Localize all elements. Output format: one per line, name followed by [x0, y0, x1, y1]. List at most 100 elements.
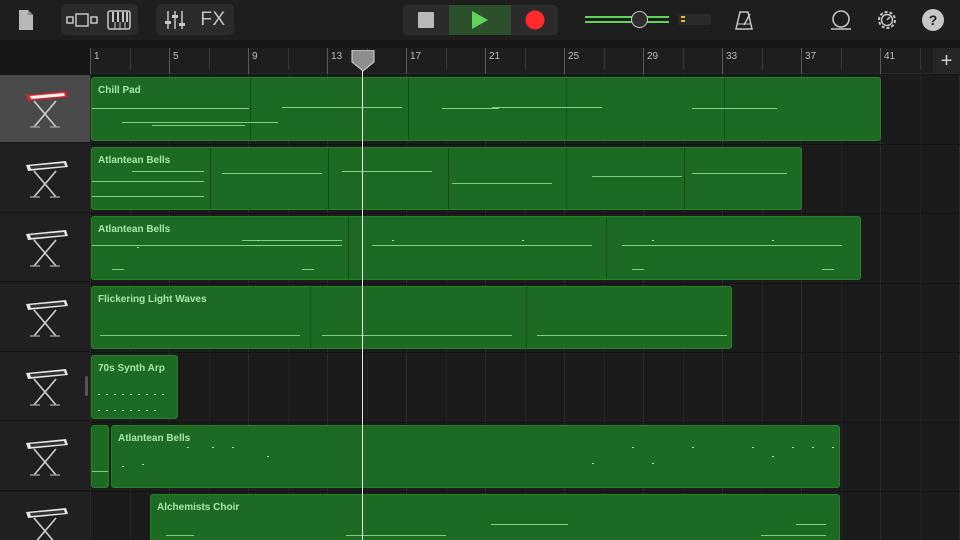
tracks-grid[interactable]: Chill Pad Atlantean Bells Atlantean Bells F…	[90, 75, 960, 540]
midi-note	[162, 394, 164, 395]
track-header-5[interactable]	[0, 353, 90, 421]
midi-note	[114, 410, 116, 411]
midi-note	[92, 108, 249, 109]
midi-note	[152, 125, 245, 126]
bar-number: 17	[410, 51, 422, 62]
bar-number: 9	[252, 51, 258, 62]
ruler-tick	[801, 48, 802, 74]
track-region[interactable]: Atlantean Bells	[91, 216, 861, 280]
ruler-tick	[485, 48, 486, 74]
midi-note	[652, 462, 654, 464]
midi-note	[346, 535, 446, 536]
grid-line	[840, 75, 842, 540]
ruler-tick	[169, 48, 170, 74]
loop-boundary	[448, 147, 449, 209]
keyboard-icon[interactable]	[103, 7, 135, 32]
loop-boundary	[684, 147, 685, 209]
midi-note	[522, 240, 524, 241]
track-region[interactable]: Alchemists Choir	[150, 494, 840, 540]
loop-boundary	[328, 147, 329, 209]
grid-line	[919, 75, 921, 540]
keyboard-stand-icon	[26, 508, 68, 540]
midi-note	[146, 394, 148, 395]
track-header-3[interactable]	[0, 214, 90, 282]
lane-separator	[90, 143, 960, 145]
record-icon	[525, 10, 544, 30]
track-region[interactable]: Flickering Light Waves	[91, 285, 732, 349]
track-region[interactable]	[91, 424, 109, 488]
midi-note	[212, 446, 214, 448]
mixer-icon[interactable]	[160, 7, 190, 32]
midi-note	[92, 470, 108, 472]
loop-boundary	[348, 217, 349, 279]
lane-separator	[90, 352, 960, 353]
midi-note	[622, 245, 842, 246]
bar-number: 13	[331, 51, 343, 62]
midi-note	[187, 446, 189, 448]
loop-icon[interactable]	[827, 8, 855, 32]
playhead-line	[362, 60, 363, 540]
help-button[interactable]: ?	[922, 9, 944, 31]
settings-icon[interactable]	[874, 8, 900, 32]
midi-note	[122, 394, 124, 395]
stop-button[interactable]	[403, 5, 449, 35]
track-header-4[interactable]	[0, 283, 90, 352]
midi-note	[282, 107, 402, 108]
track-header-1[interactable]	[0, 75, 90, 143]
bar-number: 41	[884, 51, 896, 62]
bar-number: 29	[647, 51, 659, 62]
view-toggle-icon[interactable]	[64, 7, 100, 32]
region-name: Flickering Light Waves	[98, 293, 207, 305]
track-header-6[interactable]	[0, 422, 90, 491]
midi-note	[92, 180, 204, 182]
midi-note	[222, 172, 322, 174]
keyboard-stand-icon	[26, 160, 68, 198]
fx-button[interactable]: FX	[196, 7, 230, 32]
midi-note	[130, 410, 132, 411]
volume-knob[interactable]	[631, 11, 648, 28]
midi-note	[146, 410, 148, 411]
midi-note	[142, 463, 144, 465]
ruler-tick	[90, 48, 91, 74]
playhead-handle[interactable]	[351, 50, 375, 72]
track-region[interactable]: Chill Pad	[91, 77, 881, 141]
keyboard-stand-icon	[26, 299, 68, 337]
master-volume-slider[interactable]	[585, 10, 673, 30]
midi-note	[137, 247, 139, 248]
ruler-tick	[880, 48, 881, 74]
midi-note	[130, 394, 132, 395]
track-region[interactable]: 70s Synth Arp	[91, 355, 178, 419]
grid-line	[880, 75, 881, 540]
bar-number: 37	[805, 51, 817, 62]
keyboard-stand-icon	[26, 438, 68, 476]
play-button[interactable]	[449, 5, 511, 35]
midi-note	[122, 122, 278, 123]
add-icon: +	[940, 49, 953, 72]
lane-separator	[90, 491, 960, 492]
midi-note	[154, 394, 156, 395]
track-region[interactable]: Atlantean Bells	[111, 424, 840, 488]
track-header-7[interactable]	[0, 492, 90, 540]
timeline-ruler[interactable]: 1 5 9 13 17 21 25 29 33 37 41	[90, 48, 960, 74]
region-name: Alchemists Choir	[157, 502, 240, 513]
bar-number: 21	[489, 51, 501, 62]
track-header-2[interactable]	[0, 144, 90, 213]
midi-note	[772, 455, 774, 457]
add-section-button[interactable]: +	[933, 48, 960, 74]
loop-boundary	[606, 217, 607, 279]
document-icon[interactable]	[15, 8, 37, 32]
midi-note	[154, 410, 156, 411]
track-region[interactable]: Atlantean Bells	[91, 146, 802, 210]
midi-note	[372, 245, 592, 246]
header-resize-grip[interactable]	[85, 376, 88, 396]
midi-note	[652, 240, 654, 241]
bar-number: 33	[726, 51, 738, 62]
keyboard-stand-icon	[26, 230, 68, 267]
metronome-icon[interactable]	[730, 8, 758, 32]
ruler-tick	[643, 48, 644, 74]
loop-boundary	[526, 286, 527, 348]
ruler-minor-tick	[208, 48, 210, 70]
ruler-tick	[406, 48, 407, 74]
record-button[interactable]	[511, 5, 558, 35]
ruler-tick	[564, 48, 565, 74]
